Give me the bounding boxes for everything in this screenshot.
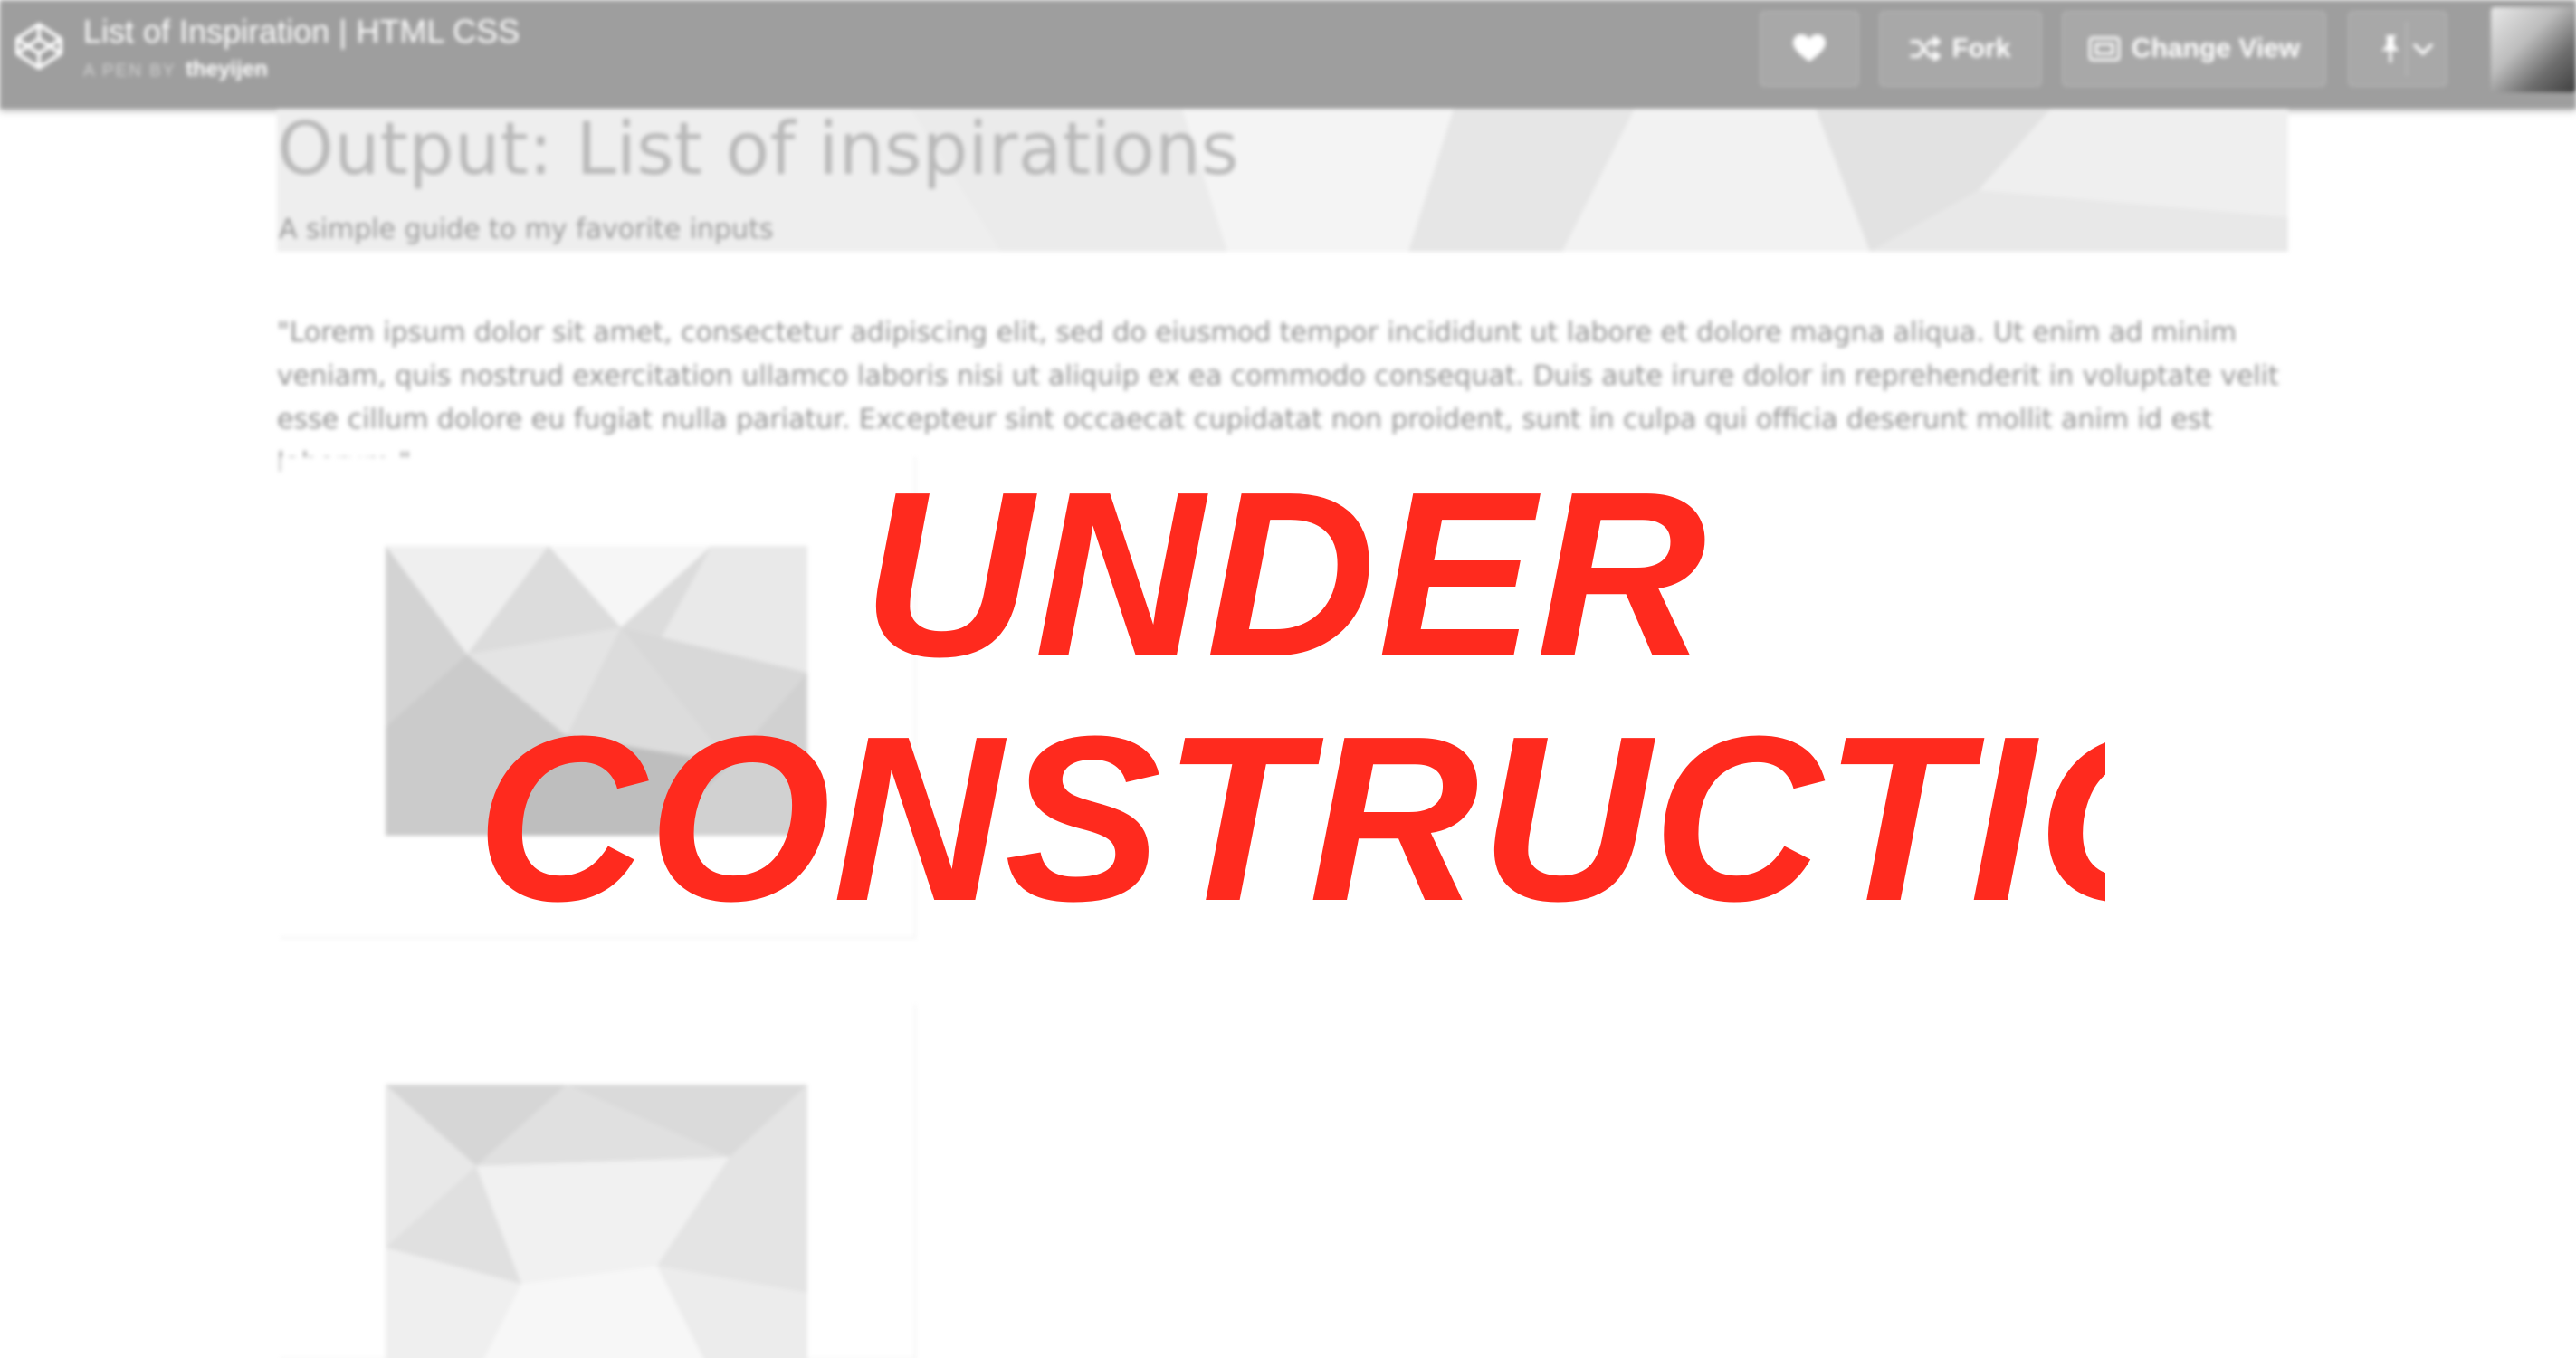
fork-label: Fork xyxy=(1951,33,2011,63)
chevron-down-icon[interactable] xyxy=(2411,33,2435,65)
codepen-topbar: List of Inspiration | HTML CSS A PEN BY … xyxy=(0,0,2576,109)
change-view-button[interactable]: Change View xyxy=(2062,11,2326,87)
change-view-icon xyxy=(2088,36,2121,62)
page-subtitle: A simple guide to my favorite inputs xyxy=(279,214,774,245)
page-title: Output: List of inspirations xyxy=(277,107,1239,191)
codepen-logo-icon[interactable] xyxy=(13,20,65,72)
inspiration-card[interactable] xyxy=(281,1005,916,1358)
avatar[interactable] xyxy=(2491,7,2576,92)
pen-title[interactable]: List of Inspiration | HTML CSS xyxy=(83,13,520,51)
fork-button[interactable]: Fork xyxy=(1879,11,2042,87)
heart-icon xyxy=(1793,34,1826,62)
pen-author-link[interactable]: theyijen xyxy=(186,57,268,81)
pin-divider xyxy=(2406,22,2408,76)
pin-button[interactable] xyxy=(2348,11,2447,87)
pen-author-line: A PEN BY theyijen xyxy=(83,57,268,82)
overlay-line-construction: CONSTRUCTION xyxy=(476,697,2105,942)
under-construction-overlay: UNDER CONSTRUCTION xyxy=(453,453,2118,942)
pen-by-label: A PEN BY xyxy=(83,62,177,81)
card-image xyxy=(386,1085,807,1358)
page: List of Inspiration | HTML CSS A PEN BY … xyxy=(0,0,2576,1358)
change-view-label: Change View xyxy=(2131,33,2301,63)
overlay-line-under: UNDER xyxy=(862,444,1709,706)
fork-icon xyxy=(1910,36,1942,62)
pin-icon xyxy=(2381,35,2399,62)
heart-button[interactable] xyxy=(1760,11,1859,87)
